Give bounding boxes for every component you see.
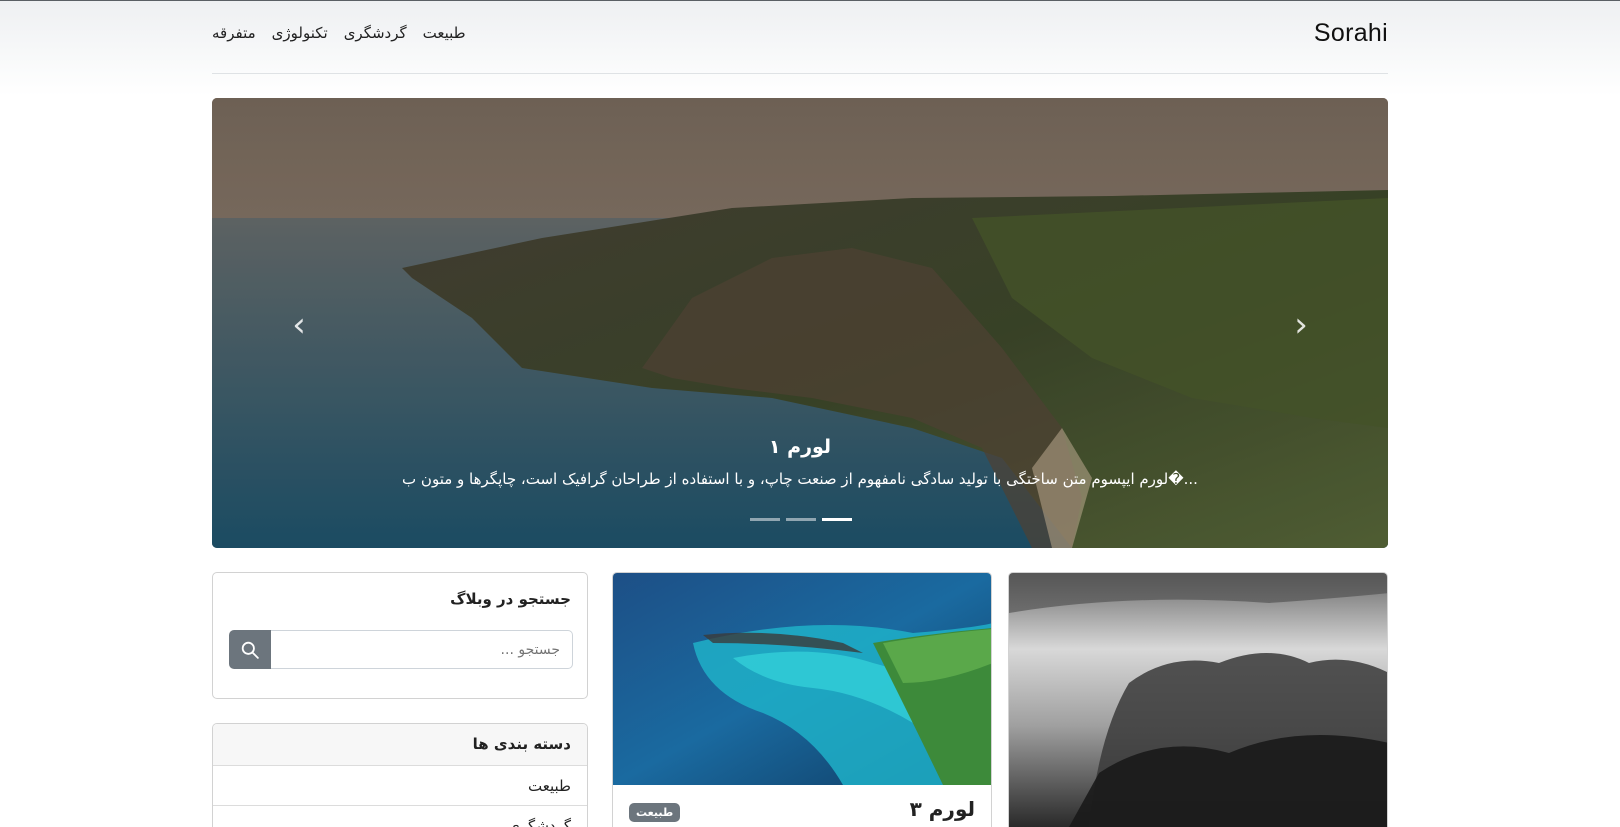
hero-title: لورم ۱ [768,436,832,458]
nav-item-misc[interactable]: متفرقه [212,24,256,42]
post-image-island[interactable] [613,573,991,785]
category-item-nature[interactable]: طبیعت [213,766,587,806]
search-icon [241,641,259,659]
carousel-indicators [750,518,852,521]
post-category-badge[interactable]: طبیعت [629,803,681,822]
post-image-forest[interactable] [1009,573,1387,827]
carousel-prev-button[interactable]: ‹ [284,305,314,345]
nav-item-nature[interactable]: طبیعت [423,24,466,42]
hero-carousel: ‹ › لورم ۱ لورم ایپسوم متن ساختگی با تول… [212,98,1388,548]
category-item-tourism[interactable]: گردشگری [213,806,587,827]
brand-logo[interactable]: Sorahi [1314,19,1388,48]
search-button[interactable] [229,630,271,669]
carousel-indicator-3[interactable] [822,518,852,521]
search-input[interactable] [271,630,573,669]
carousel-next-button[interactable]: › [1286,305,1316,345]
nav-item-technology[interactable]: تکنولوژی [272,24,328,42]
nav-item-tourism[interactable]: گردشگری [344,24,407,42]
search-widget-title: جستجو در وبلاگ [450,590,571,608]
categories-title: دسته بندی ها [213,724,587,766]
chevron-right-icon: › [1294,305,1308,345]
main-nav: طبیعت گردشگری تکنولوژی متفرقه [212,24,466,42]
carousel-indicator-2[interactable] [786,518,816,521]
carousel-indicator-1[interactable] [750,518,780,521]
post-title[interactable]: لورم ۳ [910,797,975,821]
post-card[interactable]: لورم ۳ طبیعت [612,572,992,827]
chevron-left-icon: ‹ [292,305,306,345]
site-header: Sorahi طبیعت گردشگری تکنولوژی متفرقه [212,0,1388,74]
post-card-forest[interactable] [1008,572,1388,827]
hero-text: لورم ایپسوم متن ساختگی با تولید سادگی نا… [402,470,1198,488]
categories-widget: دسته بندی ها طبیعت گردشگری [212,723,588,827]
search-widget: جستجو در وبلاگ [212,572,588,699]
